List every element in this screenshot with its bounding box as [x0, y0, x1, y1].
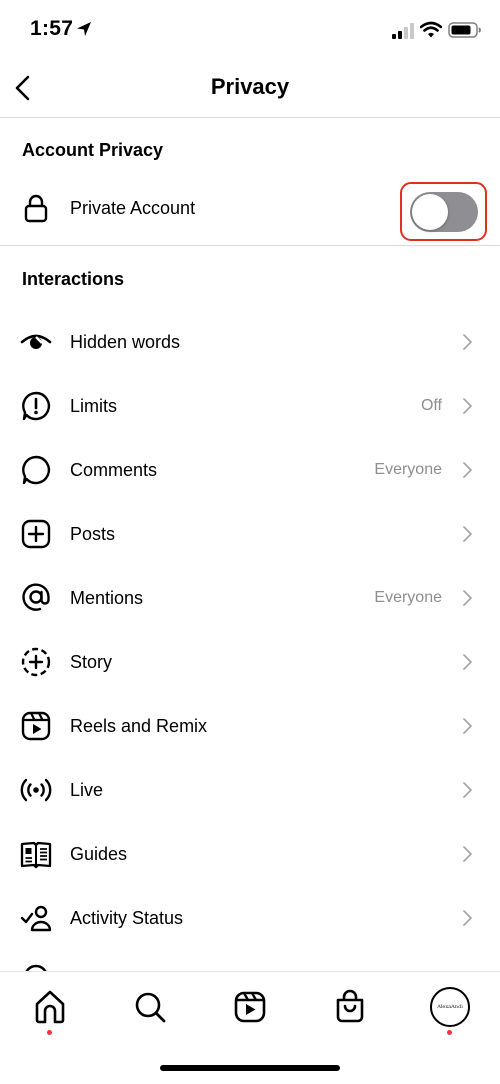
row-value: Off — [420, 397, 442, 414]
activity-status-icon — [20, 902, 52, 934]
story-icon — [20, 646, 52, 678]
row-label: Guides — [70, 844, 128, 864]
interactions-section-title: Interactions — [22, 269, 125, 289]
tab-profile-avatar[interactable]: AlexaAndi — [430, 987, 470, 1027]
account-privacy-section-title: Account Privacy — [22, 140, 164, 160]
row-label: Comments — [70, 460, 158, 480]
row-label: Posts — [70, 524, 116, 544]
hidden-words-icon — [20, 326, 52, 358]
chevron-right-icon — [458, 781, 476, 799]
row-label: Activity Status — [70, 908, 184, 928]
live-row[interactable]: Live — [0, 758, 500, 822]
activity-status-row[interactable]: Activity Status — [0, 886, 500, 950]
chevron-right-icon — [458, 525, 476, 543]
tab-search[interactable] — [130, 987, 170, 1027]
row-label: Hidden words — [70, 332, 181, 352]
status-time: 1:57 — [30, 17, 74, 40]
chevron-right-icon — [458, 397, 476, 415]
comments-row[interactable]: Comments Everyone — [0, 438, 500, 502]
story-row[interactable]: Story — [0, 630, 500, 694]
chevron-right-icon — [458, 717, 476, 735]
tab-home[interactable] — [30, 987, 70, 1027]
guides-icon — [20, 838, 52, 870]
at-icon — [20, 582, 52, 614]
profile-notification-dot — [447, 1030, 452, 1035]
row-label: Mentions — [70, 588, 144, 608]
row-label: Reels and Remix — [70, 716, 208, 736]
section-divider — [0, 245, 500, 246]
home-notification-dot — [47, 1030, 52, 1035]
row-label: Story — [70, 652, 113, 672]
lock-icon — [20, 192, 52, 224]
cellular-signal-icon — [392, 23, 416, 39]
posts-row[interactable]: Posts — [0, 502, 500, 566]
row-label: Limits — [70, 396, 118, 416]
comment-icon — [20, 454, 52, 486]
chevron-right-icon — [458, 845, 476, 863]
posts-icon — [20, 518, 52, 550]
header-divider — [0, 117, 500, 118]
live-icon — [20, 774, 52, 806]
shop-icon — [336, 989, 364, 1023]
wifi-icon — [420, 21, 442, 39]
reels-icon — [20, 710, 52, 742]
hidden-words-row[interactable]: Hidden words — [0, 310, 500, 374]
limits-icon — [20, 390, 52, 422]
row-value: Everyone — [374, 589, 442, 606]
reels-and-remix-row[interactable]: Reels and Remix — [0, 694, 500, 758]
guides-row[interactable]: Guides — [0, 822, 500, 886]
battery-icon — [448, 21, 482, 39]
mentions-row[interactable]: Mentions Everyone — [0, 566, 500, 630]
avatar-text: AlexaAndi — [437, 1004, 463, 1010]
chevron-right-icon — [458, 909, 476, 927]
tab-shop[interactable] — [330, 987, 370, 1027]
row-value: Everyone — [374, 461, 442, 478]
location-arrow-icon — [75, 20, 93, 38]
home-icon — [35, 990, 65, 1024]
chevron-right-icon — [458, 461, 476, 479]
tab-reels[interactable] — [230, 987, 270, 1027]
chevron-right-icon — [458, 589, 476, 607]
private-account-label: Private Account — [70, 198, 196, 218]
chevron-right-icon — [458, 653, 476, 671]
chevron-right-icon — [458, 333, 476, 351]
toggle-knob — [412, 194, 448, 230]
row-label: Live — [70, 780, 104, 800]
home-indicator — [160, 1065, 340, 1071]
page-title: Privacy — [210, 74, 290, 99]
reels-icon — [234, 991, 266, 1023]
limits-row[interactable]: Limits Off — [0, 374, 500, 438]
search-icon — [135, 992, 166, 1023]
